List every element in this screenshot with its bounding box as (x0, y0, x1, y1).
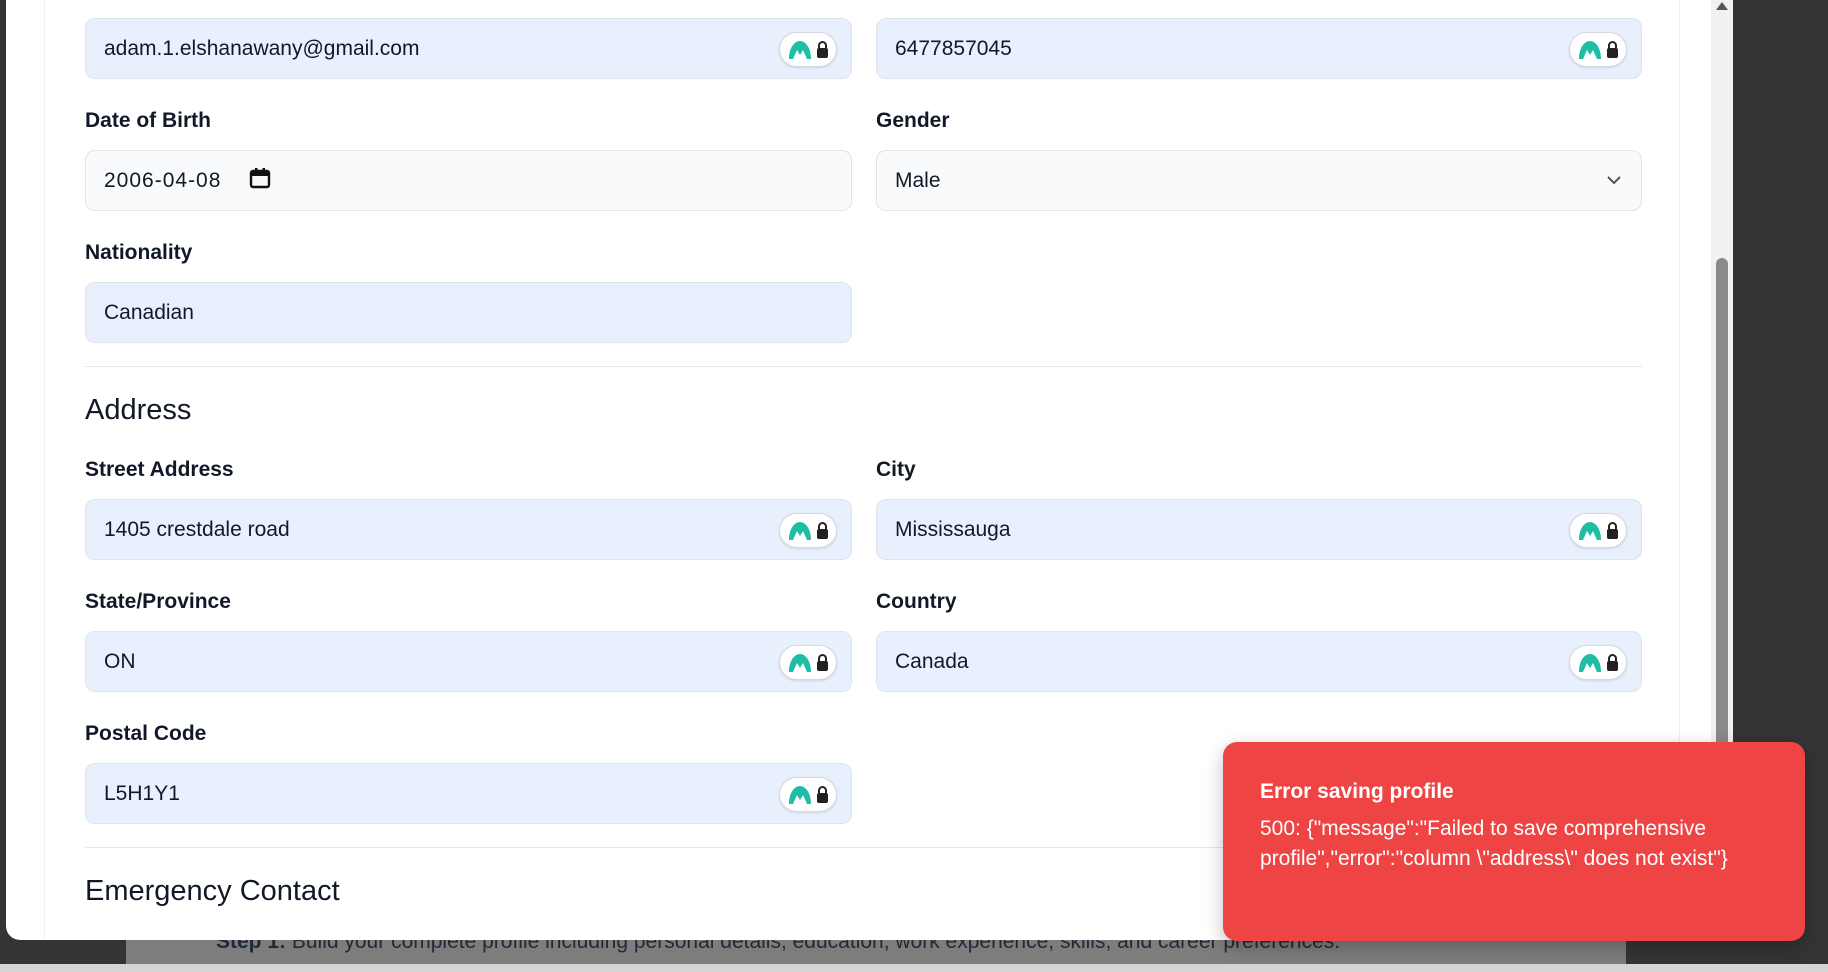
calendar-icon[interactable] (249, 167, 271, 194)
gender-label: Gender (876, 109, 950, 132)
gender-value: Male (895, 168, 941, 192)
nationality-label: Nationality (85, 241, 193, 264)
country-field[interactable]: Canada (876, 631, 1642, 692)
email-field[interactable]: adam.1.elshanawany@gmail.com (85, 18, 852, 79)
password-manager-lock-icon[interactable] (779, 513, 837, 548)
postal-code-label: Postal Code (85, 722, 207, 745)
section-divider (85, 366, 1642, 367)
password-manager-lock-icon[interactable] (1569, 645, 1627, 680)
address-section-title: Address (85, 394, 192, 426)
street-address-label: Street Address (85, 458, 234, 481)
password-manager-lock-icon[interactable] (1569, 513, 1627, 548)
country-value: Canada (895, 649, 969, 673)
postal-code-value: L5H1Y1 (104, 781, 180, 805)
password-manager-lock-icon[interactable] (779, 777, 837, 812)
email-value: adam.1.elshanawany@gmail.com (104, 36, 420, 60)
toast-title: Error saving profile (1260, 780, 1454, 803)
scroll-up-arrow-icon[interactable] (1716, 2, 1728, 10)
country-label: Country (876, 590, 957, 613)
street-address-value: 1405 crestdale road (104, 517, 290, 541)
city-field[interactable]: Mississauga (876, 499, 1642, 560)
state-province-value: ON (104, 649, 136, 673)
chevron-down-icon (1605, 171, 1623, 194)
city-label: City (876, 458, 916, 481)
bottom-strip (0, 964, 1828, 972)
dob-value: 2006-04-08 (104, 168, 222, 192)
street-address-field[interactable]: 1405 crestdale road (85, 499, 852, 560)
scrollbar-thumb[interactable] (1716, 258, 1728, 798)
nationality-value: Canadian (104, 300, 194, 324)
toast-message: 500: {"message":"Failed to save comprehe… (1260, 817, 1728, 870)
postal-code-field[interactable]: L5H1Y1 (85, 763, 852, 824)
city-value: Mississauga (895, 517, 1011, 541)
phone-field[interactable]: 6477857045 (876, 18, 1642, 79)
dob-label: Date of Birth (85, 109, 211, 132)
gender-select[interactable]: Male (876, 150, 1642, 211)
nationality-field[interactable]: Canadian (85, 282, 852, 343)
password-manager-lock-icon[interactable] (1569, 32, 1627, 67)
state-province-label: State/Province (85, 590, 231, 613)
password-manager-lock-icon[interactable] (779, 645, 837, 680)
state-province-field[interactable]: ON (85, 631, 852, 692)
dob-input[interactable]: 2006-04-08 (85, 150, 852, 211)
password-manager-lock-icon[interactable] (779, 32, 837, 67)
phone-value: 6477857045 (895, 36, 1012, 60)
error-toast[interactable]: Error saving profile 500: {"message":"Fa… (1223, 742, 1805, 941)
emergency-contact-section-title: Emergency Contact (85, 875, 340, 907)
